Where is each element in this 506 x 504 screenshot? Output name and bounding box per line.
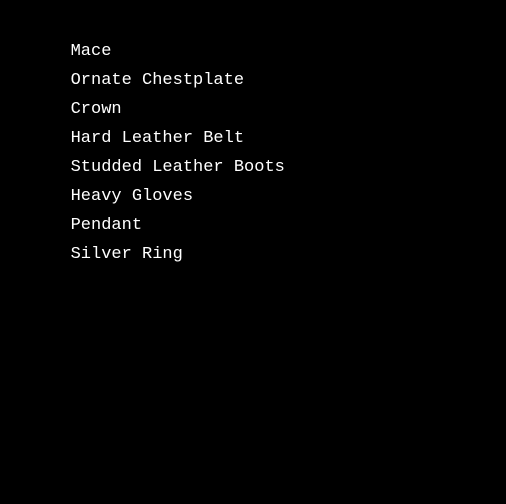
- app-screen: Mace Ornate Chestplate Crown Hard Leathe…: [0, 0, 506, 504]
- list-item-label: Crown: [70, 100, 122, 119]
- list-item-label: Silver Ring: [70, 245, 183, 264]
- list-item-label: Heavy Gloves: [70, 187, 194, 206]
- list-item-label: Ornate Chestplate: [70, 71, 245, 90]
- list-item[interactable]: Mace: [13, 8, 506, 61]
- list-item-label: Studded Leather Boots: [70, 158, 285, 177]
- list-item-label: Pendant: [70, 216, 143, 235]
- list-item-label: Hard Leather Belt: [70, 129, 245, 148]
- list-item-label: Mace: [70, 42, 112, 61]
- item-list: Mace Ornate Chestplate Crown Hard Leathe…: [13, 8, 506, 264]
